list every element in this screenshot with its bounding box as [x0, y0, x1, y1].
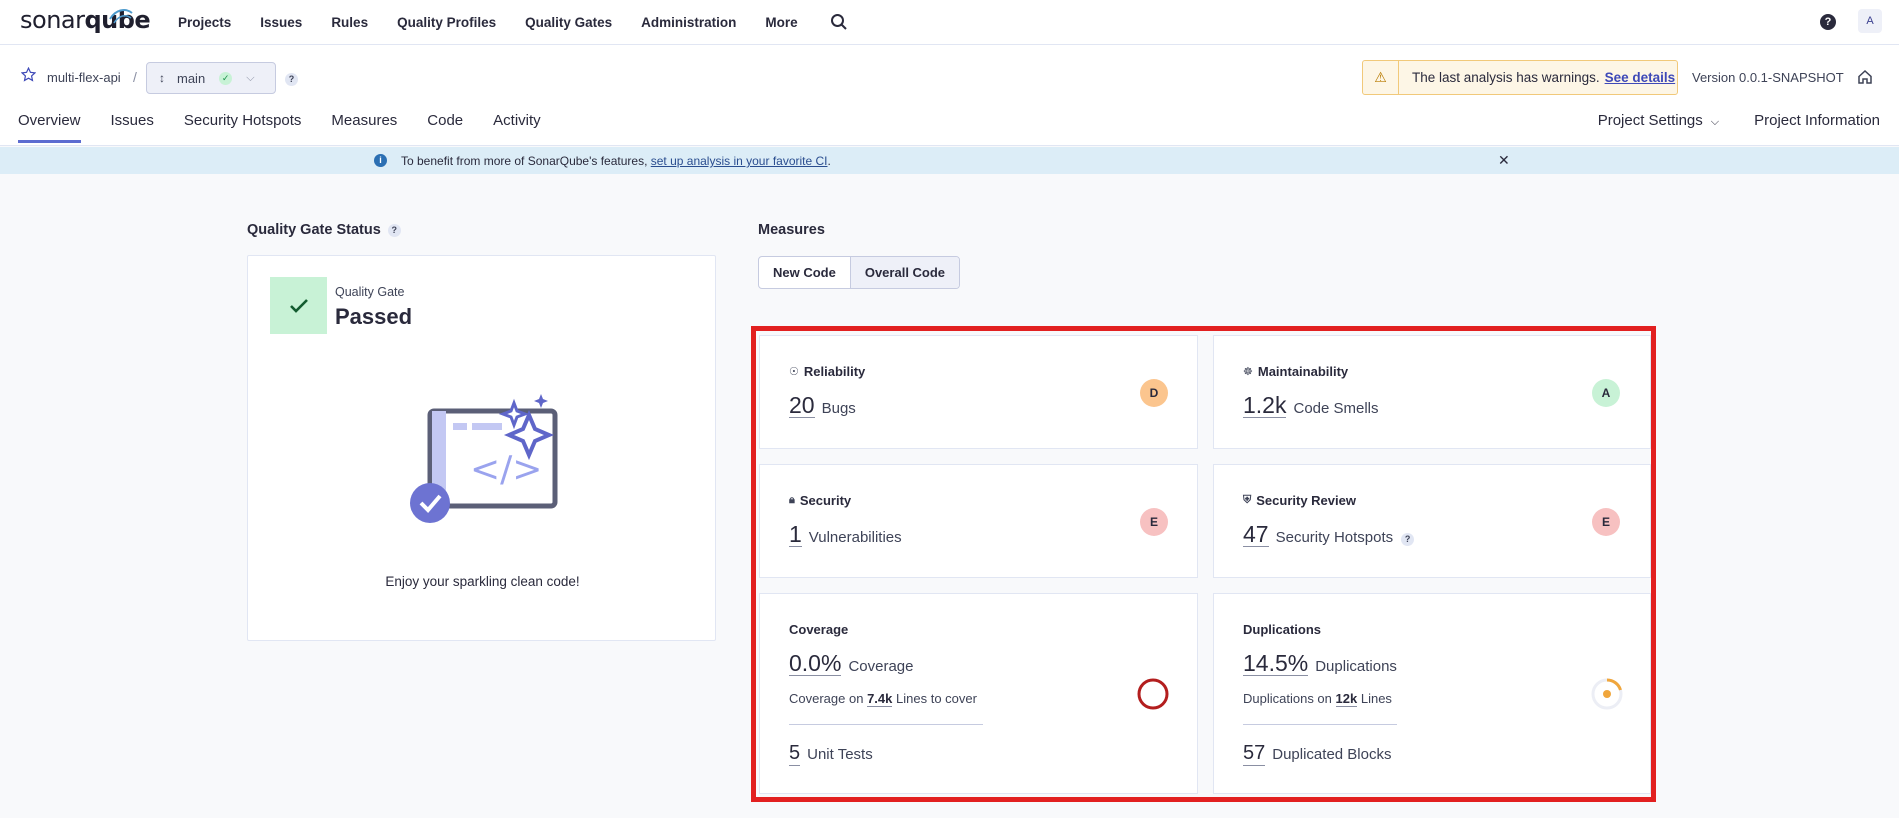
ci-info-banner: i To benefit from more of SonarQube's fe…: [0, 147, 1899, 174]
logo-arc-icon: [109, 9, 133, 24]
nav-administration[interactable]: Administration: [641, 15, 736, 30]
new-code-toggle-button[interactable]: New Code: [759, 257, 850, 288]
quality-gate-title: Quality Gate Status: [247, 222, 381, 238]
tab-activity[interactable]: Activity: [493, 112, 541, 143]
nav-rules[interactable]: Rules: [331, 15, 368, 30]
search-icon[interactable]: [830, 13, 848, 31]
project-settings-menu[interactable]: Project Settings ⌵: [1563, 112, 1719, 129]
quality-gate-help-icon[interactable]: ?: [387, 224, 401, 237]
help-icon[interactable]: ?: [1820, 14, 1836, 30]
chevron-down-icon: ⌵: [1710, 116, 1720, 128]
home-icon[interactable]: [1857, 69, 1873, 85]
setup-ci-link[interactable]: set up analysis in your favorite CI: [651, 154, 828, 168]
close-icon[interactable]: ✕: [1498, 152, 1510, 169]
project-header: multi-flex-api / ↕ main ✓ ⌵ ? ⚠ The last…: [0, 45, 1899, 146]
breadcrumb-separator: /: [133, 69, 137, 85]
warning-icon: ⚠: [1363, 61, 1399, 94]
nav-quality-gates[interactable]: Quality Gates: [525, 15, 612, 30]
nav-projects[interactable]: Projects: [178, 15, 231, 30]
banner-text-after: .: [827, 154, 831, 168]
branch-name: main: [177, 70, 206, 86]
branch-status-check-icon: ✓: [219, 71, 233, 85]
measures-highlight-box: [751, 326, 1656, 802]
chevron-down-icon: ⌵: [246, 71, 255, 84]
tab-issues[interactable]: Issues: [111, 112, 154, 143]
project-tabs: Overview Issues Security Hotspots Measur…: [18, 112, 571, 143]
quality-gate-heading: Quality Gate Status?: [247, 222, 401, 238]
warning-text: The last analysis has warnings.: [1412, 70, 1600, 85]
code-period-toggle: New Code Overall Code: [758, 256, 961, 289]
branch-icon: ↕: [159, 71, 165, 85]
svg-text:</>: </>: [470, 449, 542, 490]
measures-heading: Measures: [758, 222, 825, 238]
logo-light-text: sonar: [20, 6, 85, 34]
project-version: Version 0.0.1-SNAPSHOT: [1692, 70, 1844, 85]
project-information-link[interactable]: Project Information: [1754, 112, 1880, 129]
overall-code-toggle-button[interactable]: Overall Code: [849, 257, 960, 288]
favorite-star-icon[interactable]: [21, 67, 36, 82]
quality-gate-status: Passed: [335, 304, 413, 329]
top-navigation-bar: sonarqube Projects Issues Rules Quality …: [0, 0, 1899, 45]
check-icon: [289, 298, 308, 313]
tab-code[interactable]: Code: [427, 112, 463, 143]
user-avatar[interactable]: A: [1858, 9, 1882, 33]
banner-text: To benefit from more of SonarQube's feat…: [401, 154, 831, 168]
branch-selector[interactable]: ↕ main ✓ ⌵: [146, 62, 276, 94]
nav-issues[interactable]: Issues: [260, 15, 302, 30]
main-nav-links: Projects Issues Rules Quality Profiles Q…: [178, 0, 827, 44]
branch-help-icon[interactable]: ?: [285, 73, 298, 86]
tab-overview[interactable]: Overview: [18, 112, 81, 143]
quality-gate-passed-badge: [270, 277, 327, 334]
clean-code-illustration-icon: </>: [410, 394, 558, 523]
tab-measures[interactable]: Measures: [331, 112, 397, 143]
quality-gate-label: Quality Gate: [335, 285, 405, 299]
clean-code-message: Enjoy your sparkling clean code!: [385, 574, 580, 589]
project-settings-label: Project Settings: [1597, 112, 1703, 129]
project-name-breadcrumb[interactable]: multi-flex-api: [47, 70, 121, 85]
info-icon: i: [374, 154, 387, 167]
tab-security-hotspots[interactable]: Security Hotspots: [184, 112, 302, 143]
banner-text-before: To benefit from more of SonarQube's feat…: [401, 154, 651, 168]
nav-quality-profiles[interactable]: Quality Profiles: [397, 15, 496, 30]
nav-more[interactable]: More: [765, 15, 797, 30]
analysis-warning-alert: ⚠ The last analysis has warnings. See de…: [1362, 60, 1678, 95]
see-details-link[interactable]: See details: [1605, 70, 1676, 85]
project-right-tabs: Project Settings ⌵ Project Information: [1528, 112, 1880, 129]
quality-gate-card: Quality Gate Passed </> Enjoy your spark…: [247, 255, 716, 641]
